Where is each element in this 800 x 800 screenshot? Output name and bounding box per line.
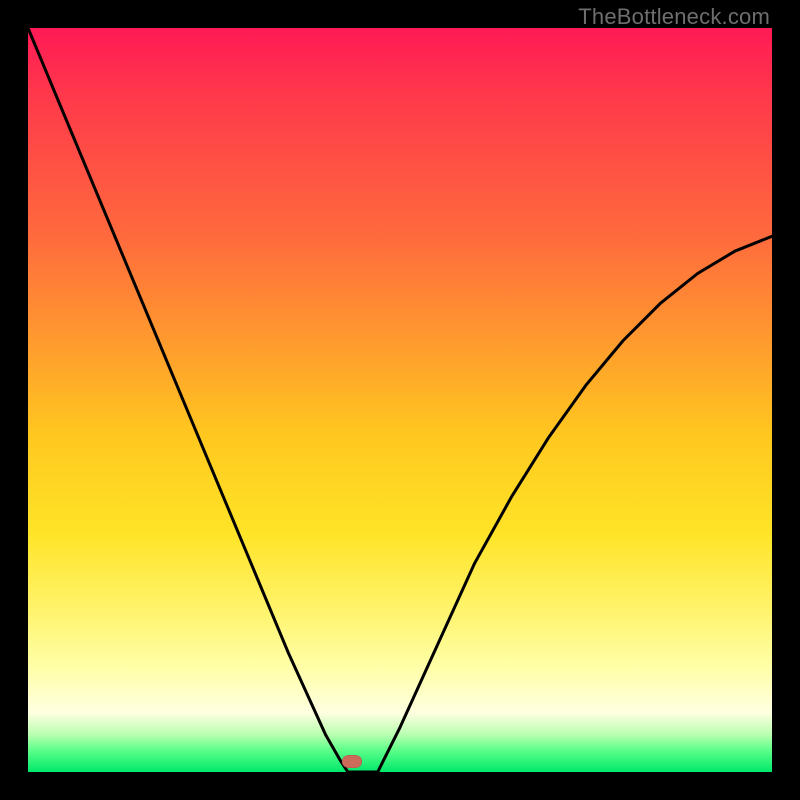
chart-frame: TheBottleneck.com bbox=[0, 0, 800, 800]
bottleneck-curve bbox=[28, 28, 772, 772]
watermark-text: TheBottleneck.com bbox=[578, 4, 770, 30]
chart-plot-area bbox=[28, 28, 772, 772]
curve-svg bbox=[28, 28, 772, 772]
optimal-point-marker bbox=[342, 755, 362, 768]
